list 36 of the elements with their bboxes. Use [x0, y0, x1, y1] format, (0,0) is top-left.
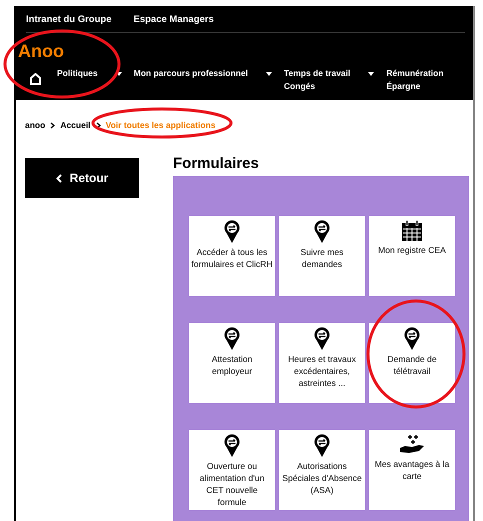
map-pin-icon: [314, 220, 330, 244]
form-tile[interactable]: Mon registre CEA: [369, 216, 455, 296]
back-button[interactable]: Retour: [25, 158, 139, 198]
nav-menu-item[interactable]: Temps de travail Congés: [284, 67, 350, 93]
caret-icon[interactable]: [266, 72, 272, 76]
form-tile[interactable]: Suivre mes demandes: [279, 216, 365, 296]
caret-icon[interactable]: [368, 72, 374, 76]
nav-menu-item[interactable]: Mon parcours professionnel: [134, 67, 248, 80]
top-link[interactable]: Espace Managers: [134, 14, 214, 24]
form-tile[interactable]: Ouverture ou alimentation d'un CET nouvelle formule: [189, 430, 275, 510]
chevron-icon: [50, 122, 56, 128]
home-icon[interactable]: [30, 73, 41, 85]
top-link[interactable]: Intranet du Groupe: [26, 14, 112, 24]
form-tile[interactable]: Demande de télétravail: [369, 323, 455, 403]
nav-menu-item[interactable]: Rémunération Épargne: [386, 67, 444, 93]
form-tile[interactable]: Mes avantages à la carte: [369, 430, 455, 510]
map-pin-icon: [224, 220, 240, 244]
form-tile[interactable]: Attestation employeur: [189, 323, 275, 403]
nav-menu-item[interactable]: Politiques: [57, 67, 98, 80]
map-pin-icon: [224, 434, 240, 458]
breadcrumb-link[interactable]: anoo: [25, 120, 46, 130]
breadcrumb-link[interactable]: Accueil: [60, 120, 91, 130]
calendar-icon: [401, 220, 423, 242]
form-tile[interactable]: Autorisations Spéciales d'Absence (ASA): [279, 430, 365, 510]
map-pin-icon: [314, 327, 330, 351]
chevron-icon: [96, 122, 101, 128]
section-title: Formulaires: [173, 154, 260, 174]
caret-icon[interactable]: [116, 72, 122, 76]
form-tile[interactable]: Accéder à tous les formulaires et ClicRH: [189, 216, 275, 296]
logo-text[interactable]: Anoo: [18, 41, 473, 61]
form-tile[interactable]: Heures et travaux excédentaires, astreintes ...: [279, 323, 365, 403]
map-pin-icon: [404, 327, 420, 351]
hand-plus-icon: [399, 434, 425, 456]
map-pin-icon: [224, 327, 240, 351]
map-pin-icon: [314, 434, 330, 458]
chevron-left-icon: [56, 174, 62, 182]
